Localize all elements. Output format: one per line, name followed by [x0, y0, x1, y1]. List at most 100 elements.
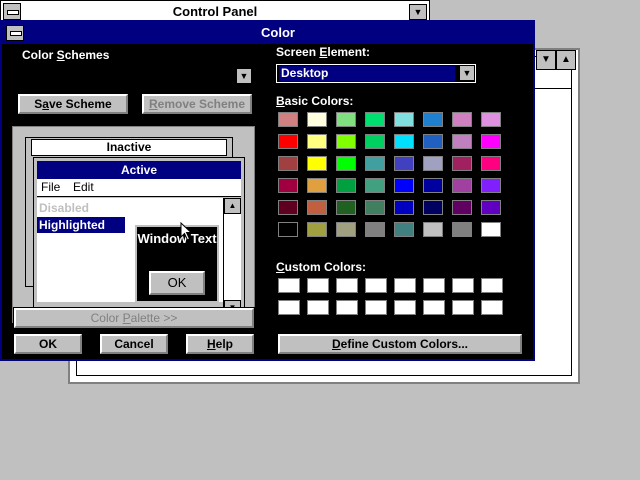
basic-color-swatch[interactable]	[481, 222, 501, 237]
custom-color-swatch[interactable]	[481, 300, 503, 315]
control-panel-minimize-button[interactable]: ▼	[409, 4, 427, 20]
basic-color-swatch[interactable]	[278, 222, 298, 237]
mouse-pointer-icon	[180, 222, 193, 241]
chevron-down-icon[interactable]: ▼	[459, 65, 475, 81]
chevron-down-icon[interactable]: ▼	[236, 68, 252, 84]
custom-color-swatch[interactable]	[365, 278, 387, 293]
basic-color-swatch[interactable]	[336, 178, 356, 193]
basic-color-swatch[interactable]	[452, 222, 472, 237]
custom-color-swatch[interactable]	[452, 300, 474, 315]
basic-color-swatch[interactable]	[278, 134, 298, 149]
basic-color-swatch[interactable]	[452, 112, 472, 127]
preview-menu-edit: Edit	[73, 180, 94, 194]
custom-color-swatch[interactable]	[423, 278, 445, 293]
custom-color-swatch[interactable]	[394, 300, 416, 315]
preview-message-box: Window Text OK	[135, 225, 219, 303]
basic-color-swatch[interactable]	[278, 178, 298, 193]
basic-color-swatch[interactable]	[307, 178, 327, 193]
basic-color-swatch[interactable]	[423, 134, 443, 149]
basic-color-swatch[interactable]	[365, 178, 385, 193]
color-dialog-title: Color	[261, 25, 295, 40]
basic-color-swatch[interactable]	[423, 222, 443, 237]
basic-color-swatch[interactable]	[481, 156, 501, 171]
screen-element-combo[interactable]: Desktop ▼	[276, 64, 476, 83]
basic-color-swatch[interactable]	[423, 156, 443, 171]
color-dialog-system-menu-button[interactable]	[6, 25, 24, 41]
basic-color-swatch[interactable]	[307, 134, 327, 149]
preview-menubar: File Edit	[37, 179, 241, 197]
basic-color-swatch[interactable]	[394, 222, 414, 237]
basic-color-swatch[interactable]	[394, 112, 414, 127]
basic-color-swatch[interactable]	[307, 156, 327, 171]
basic-color-swatch[interactable]	[481, 178, 501, 193]
basic-color-swatch[interactable]	[452, 200, 472, 215]
control-panel-title: Control Panel	[172, 4, 258, 19]
basic-color-swatch[interactable]	[481, 200, 501, 215]
basic-colors-label: Basic Colors:	[276, 94, 354, 108]
basic-color-swatch[interactable]	[394, 178, 414, 193]
basic-color-swatch[interactable]	[394, 156, 414, 171]
custom-color-swatch[interactable]	[307, 278, 329, 293]
basic-color-swatch[interactable]	[394, 134, 414, 149]
basic-color-swatch[interactable]	[365, 134, 385, 149]
basic-color-swatch[interactable]	[336, 222, 356, 237]
basic-color-swatch[interactable]	[336, 112, 356, 127]
custom-color-swatch[interactable]	[307, 300, 329, 315]
custom-color-swatch[interactable]	[481, 278, 503, 293]
basic-color-swatch[interactable]	[336, 134, 356, 149]
background-minimize-button[interactable]: ▼	[536, 50, 556, 70]
basic-color-swatch[interactable]	[423, 200, 443, 215]
preview-menu-file: File	[41, 180, 61, 194]
basic-color-swatch[interactable]	[481, 112, 501, 127]
basic-color-swatch[interactable]	[336, 200, 356, 215]
color-schemes-label: Color Schemes	[22, 48, 110, 62]
basic-color-swatch[interactable]	[336, 156, 356, 171]
preview-active-title: Active	[37, 161, 241, 179]
basic-color-swatch[interactable]	[278, 112, 298, 127]
custom-color-swatch[interactable]	[278, 278, 300, 293]
basic-color-swatch[interactable]	[452, 156, 472, 171]
ok-button[interactable]: OK	[13, 333, 83, 355]
custom-color-swatch[interactable]	[452, 278, 474, 293]
custom-color-swatch[interactable]	[394, 278, 416, 293]
color-palette-button[interactable]: Color Palette >>	[13, 307, 255, 329]
basic-color-swatch[interactable]	[365, 200, 385, 215]
save-scheme-button[interactable]: Save Scheme	[17, 93, 129, 115]
basic-color-swatch[interactable]	[307, 112, 327, 127]
preview-window-text: Window Text	[137, 231, 217, 246]
color-dialog: Color Color Schemes ▼ Save Scheme Remove…	[0, 20, 535, 361]
custom-color-swatch[interactable]	[336, 278, 358, 293]
remove-scheme-button[interactable]: Remove Scheme	[141, 93, 253, 115]
basic-color-swatch[interactable]	[365, 156, 385, 171]
basic-color-swatch[interactable]	[365, 112, 385, 127]
control-panel-system-menu-button[interactable]	[3, 3, 21, 20]
help-button[interactable]: Help	[185, 333, 255, 355]
basic-color-swatch[interactable]	[394, 200, 414, 215]
basic-colors-grid	[278, 112, 510, 246]
basic-color-swatch[interactable]	[278, 200, 298, 215]
define-custom-colors-button[interactable]: Define Custom Colors...	[277, 333, 523, 355]
screen-element-label: Screen Element:	[276, 45, 371, 59]
basic-color-swatch[interactable]	[307, 200, 327, 215]
basic-color-swatch[interactable]	[423, 112, 443, 127]
basic-color-swatch[interactable]	[278, 156, 298, 171]
custom-color-swatch[interactable]	[336, 300, 358, 315]
custom-color-swatch[interactable]	[423, 300, 445, 315]
basic-color-swatch[interactable]	[423, 178, 443, 193]
color-preview-area[interactable]: Inactive Active File Edit Disabled Highl…	[12, 126, 255, 323]
screen-element-value: Desktop	[279, 66, 455, 81]
color-dialog-titlebar[interactable]: Color	[2, 22, 533, 44]
basic-color-swatch[interactable]	[307, 222, 327, 237]
basic-color-swatch[interactable]	[365, 222, 385, 237]
preview-scrollbar: ▲ ▼	[223, 198, 241, 316]
custom-color-swatch[interactable]	[365, 300, 387, 315]
basic-color-swatch[interactable]	[481, 134, 501, 149]
color-schemes-combo[interactable]: ▼	[18, 66, 254, 86]
cancel-button[interactable]: Cancel	[99, 333, 169, 355]
scroll-up-icon: ▲	[224, 198, 241, 214]
background-maximize-button[interactable]: ▲	[556, 50, 576, 70]
basic-color-swatch[interactable]	[452, 178, 472, 193]
preview-disabled-text: Disabled	[39, 201, 90, 215]
basic-color-swatch[interactable]	[452, 134, 472, 149]
custom-color-swatch[interactable]	[278, 300, 300, 315]
